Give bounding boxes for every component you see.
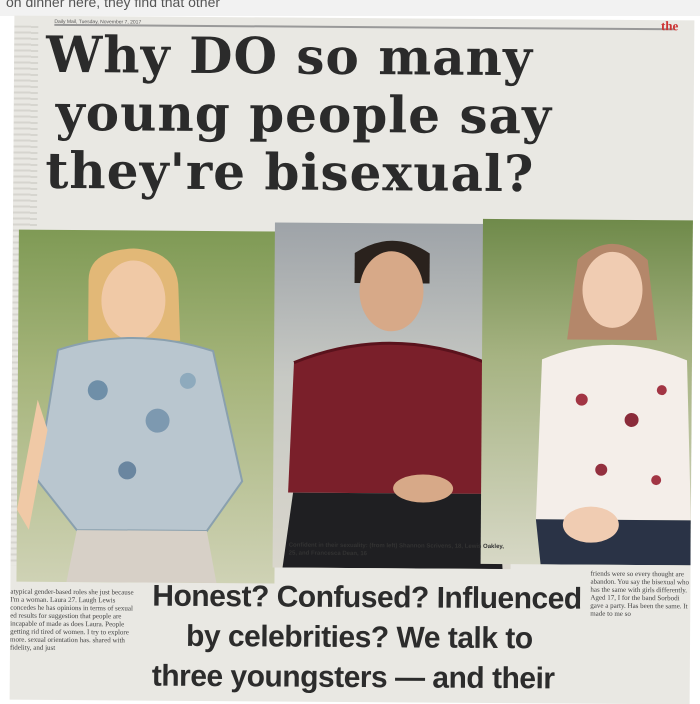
headline-line-1: Why DO so many — [45, 24, 534, 88]
standfirst-line-3: three youngsters — and their — [151, 659, 555, 696]
standfirst-line-2: by celebrities? We talk to — [185, 619, 533, 656]
headline-line-2: young people say — [55, 82, 553, 146]
headline-line-3: they're bisexual? — [45, 140, 535, 204]
newspaper-page: Daily Mail, Tuesday, November 7, 2017 th… — [9, 15, 695, 704]
headline: Why DO so many young people say they're … — [45, 24, 686, 204]
photo-shannon-figure — [16, 248, 244, 584]
body-text-left: atypical gender-based roles she just bec… — [9, 587, 134, 652]
photo-lewis-figure — [282, 240, 503, 570]
photo-caption: Confident in their sexuality: (from left… — [288, 542, 504, 558]
standfirst-line-1: Honest? Confused? Influenced — [152, 579, 582, 616]
photo-francesca-figure — [535, 243, 691, 566]
snippet-text: on dinner here, they find that other — [6, 0, 221, 10]
photo-shannon — [16, 229, 277, 584]
standfirst: Honest? Confused? Influenced by celebrit… — [152, 577, 633, 700]
photo-francesca — [480, 218, 693, 566]
previous-post-snippet: on dinner here, they find that other — [0, 0, 700, 16]
photo-lewis — [272, 222, 513, 570]
